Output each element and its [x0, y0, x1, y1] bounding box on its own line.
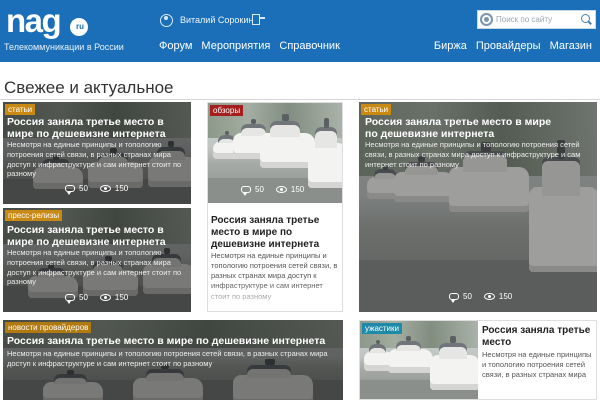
article-card[interactable]: статьи Россия заняла третье место в мире…	[3, 102, 191, 204]
article-stats: 50 150	[65, 293, 129, 304]
category-tag[interactable]: пресс-релизы	[5, 210, 63, 221]
site-header: nag ru Телекоммуникации в России Виталий…	[0, 0, 600, 62]
nav-shop[interactable]: Магазин	[550, 40, 592, 52]
logo-badge-text: ru	[76, 22, 84, 31]
nav-events[interactable]: Мероприятия	[201, 40, 270, 52]
section-title: Свежее и актуальное	[4, 78, 174, 97]
category-tag[interactable]: статьи	[5, 104, 36, 115]
comments-count: 50	[79, 293, 88, 302]
gear-icon[interactable]	[480, 13, 493, 26]
nav-exchange[interactable]: Биржа	[434, 40, 467, 52]
nav-directory[interactable]: Справочник	[279, 40, 340, 52]
article-card[interactable]: пресс-релизы Россия заняла третье место …	[3, 208, 191, 312]
category-tag[interactable]: ужастики	[362, 323, 402, 334]
article-excerpt: Несмотря на единые принципы и топологию …	[482, 350, 592, 380]
eye-icon	[99, 185, 111, 192]
comments-count: 50	[255, 185, 264, 194]
comment-icon	[449, 293, 459, 303]
article-excerpt: Несмотря на единые принципы и топологию …	[7, 248, 182, 287]
article-title[interactable]: Россия заняла третье место в мире по деш…	[7, 335, 341, 347]
article-title[interactable]: Россия заняла третье место в мире по деш…	[365, 116, 565, 140]
article-title[interactable]: Россия заняла третье место	[482, 325, 596, 349]
comments-count: 50	[463, 292, 472, 301]
views-count: 150	[290, 185, 305, 194]
eye-icon	[99, 294, 111, 301]
nav-forum[interactable]: Форум	[159, 40, 192, 52]
logout-icon[interactable]	[252, 14, 265, 25]
user-icon[interactable]	[160, 14, 173, 27]
nav-providers[interactable]: Провайдеры	[476, 40, 541, 52]
views-count: 150	[498, 292, 513, 301]
comments-count: 50	[79, 184, 88, 193]
article-stats: 50 150	[449, 292, 513, 303]
article-title[interactable]: Россия заняла третье место в мире по деш…	[7, 116, 187, 140]
logo-text: nag	[6, 2, 62, 39]
views-count: 150	[114, 184, 129, 193]
main-nav-left: Форум Мероприятия Справочник	[159, 40, 340, 52]
eye-icon	[483, 293, 495, 300]
views-count: 150	[114, 293, 129, 302]
search-icon[interactable]	[579, 12, 594, 27]
article-card[interactable]: новости провайдеров Россия заняла третье…	[3, 320, 343, 400]
section-divider	[0, 99, 600, 100]
article-card[interactable]: статьи Россия заняла третье место в мире…	[359, 102, 597, 312]
article-card[interactable]: ужастики Россия заняла третье место Несм…	[359, 320, 597, 400]
user-name-link[interactable]: Виталий Сорокин	[180, 15, 253, 25]
article-excerpt: Несмотря на единые принципы и топологию …	[7, 140, 182, 179]
article-card[interactable]: обзоры 50 150 Россия заняла третье место…	[207, 102, 343, 312]
article-title[interactable]: Россия заняла третье место в мире по деш…	[7, 224, 187, 248]
comment-icon	[241, 186, 251, 196]
site-logo[interactable]: nag ru	[4, 4, 94, 38]
eye-icon	[275, 186, 287, 193]
main-nav-right: Биржа Провайдеры Магазин	[434, 40, 592, 52]
category-tag[interactable]: новости провайдеров	[5, 322, 92, 333]
site-tagline: Телекоммуникации в России	[4, 42, 124, 52]
search-box	[477, 10, 596, 29]
comment-icon	[65, 185, 75, 195]
category-tag[interactable]: обзоры	[210, 105, 244, 116]
article-excerpt: Несмотря на единые принципы и топологию …	[7, 349, 328, 368]
article-stats: 50 150	[65, 184, 129, 195]
category-tag[interactable]: статьи	[361, 104, 392, 115]
article-excerpt: Несмотря на единые принципы и топологию …	[365, 140, 581, 169]
article-stats: 50 150	[241, 185, 305, 196]
comment-icon	[65, 294, 75, 304]
search-input[interactable]	[496, 13, 574, 26]
article-title[interactable]: Россия заняла третье место в мире по деш…	[211, 215, 341, 251]
